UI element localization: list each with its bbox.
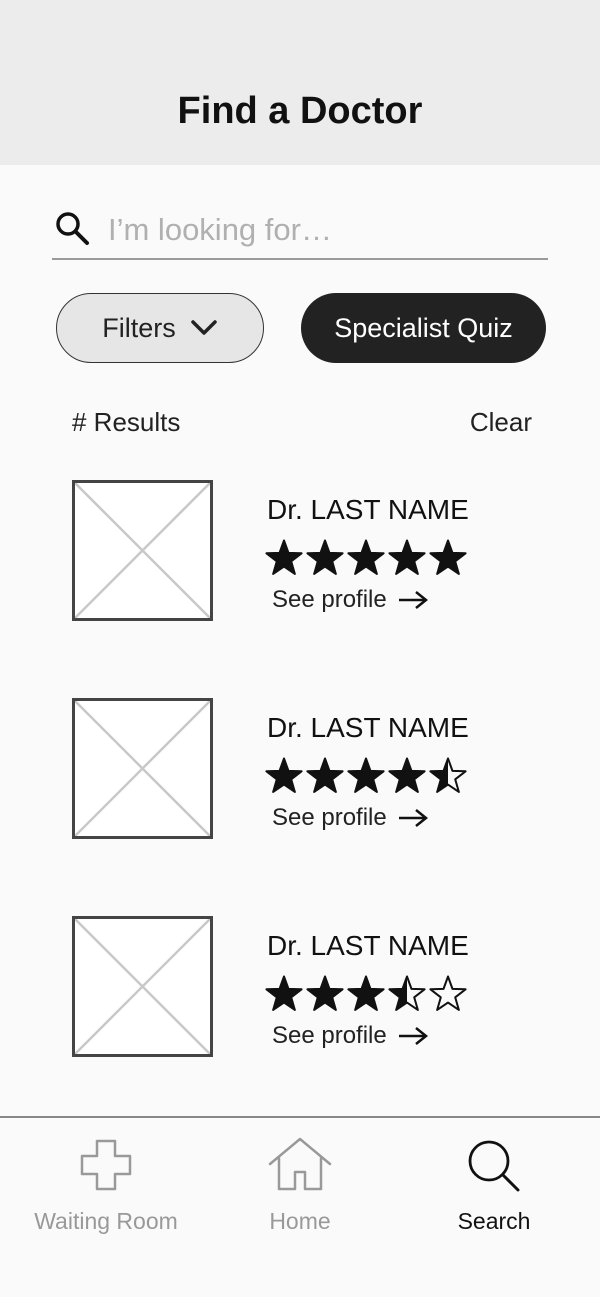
specialist-quiz-button[interactable]: Specialist Quiz xyxy=(301,293,546,363)
doctor-name: Dr. LAST NAME xyxy=(267,930,469,961)
doctor-card: Dr. LAST NAME See profile xyxy=(72,916,532,1058)
star-icon xyxy=(265,757,303,793)
see-profile-link[interactable]: See profile xyxy=(272,586,429,614)
star-icon xyxy=(347,975,385,1011)
doctor-name: Dr. LAST NAME xyxy=(267,494,469,525)
specialist-quiz-label: Specialist Quiz xyxy=(334,312,513,343)
star-rating xyxy=(265,757,467,793)
search-bar[interactable] xyxy=(52,200,548,260)
tab-label: Home xyxy=(269,1208,331,1234)
star-icon xyxy=(265,975,303,1011)
search-icon xyxy=(468,1140,520,1192)
tab-search[interactable]: Search xyxy=(394,1118,594,1248)
star-icon xyxy=(429,975,467,1011)
star-rating xyxy=(265,539,467,575)
tab-waiting-room[interactable]: Waiting Room xyxy=(6,1118,206,1248)
doctor-photo-placeholder xyxy=(72,698,213,839)
header xyxy=(0,0,600,165)
see-profile-label: See profile xyxy=(272,586,387,613)
header-title-wrap: Find a Doctor xyxy=(0,86,600,136)
star-icon xyxy=(388,539,426,575)
star-icon xyxy=(306,757,344,793)
star-icon xyxy=(388,975,426,1011)
arrow-right-icon xyxy=(398,1027,428,1045)
filters-label: Filters xyxy=(102,312,176,343)
arrow-right-icon xyxy=(398,591,428,609)
house-icon xyxy=(268,1137,332,1191)
doctor-name: Dr. LAST NAME xyxy=(267,712,469,743)
arrow-right-icon xyxy=(398,809,428,827)
doctor-photo-placeholder xyxy=(72,480,213,621)
star-icon xyxy=(347,539,385,575)
chevron-down-icon xyxy=(191,320,217,335)
star-icon xyxy=(306,539,344,575)
star-icon xyxy=(388,757,426,793)
see-profile-link[interactable]: See profile xyxy=(272,1022,429,1050)
filters-button[interactable]: Filters xyxy=(56,293,264,363)
doctor-card: Dr. LAST NAME See profile xyxy=(72,480,532,622)
bottom-tab-bar: Waiting Room Home Search xyxy=(0,1116,600,1297)
tab-label: Search xyxy=(457,1208,531,1234)
star-icon xyxy=(306,975,344,1011)
star-icon xyxy=(429,757,467,793)
tab-home[interactable]: Home xyxy=(200,1118,400,1248)
clear-button[interactable]: Clear xyxy=(470,407,532,438)
doctor-card: Dr. LAST NAME See profile xyxy=(72,698,532,840)
see-profile-label: See profile xyxy=(272,804,387,831)
tab-label: Waiting Room xyxy=(34,1208,178,1234)
results-count: # Results xyxy=(72,407,181,437)
search-input[interactable] xyxy=(106,206,540,254)
see-profile-link[interactable]: See profile xyxy=(272,804,429,832)
star-icon xyxy=(429,539,467,575)
star-icon xyxy=(347,757,385,793)
search-icon xyxy=(56,212,89,245)
star-rating xyxy=(265,975,467,1011)
star-icon xyxy=(265,539,303,575)
doctor-photo-placeholder xyxy=(72,916,213,1057)
page-title: Find a Doctor xyxy=(177,90,423,132)
results-header: # Results Clear xyxy=(72,405,532,445)
see-profile-label: See profile xyxy=(272,1022,387,1049)
cross-icon xyxy=(80,1139,132,1191)
